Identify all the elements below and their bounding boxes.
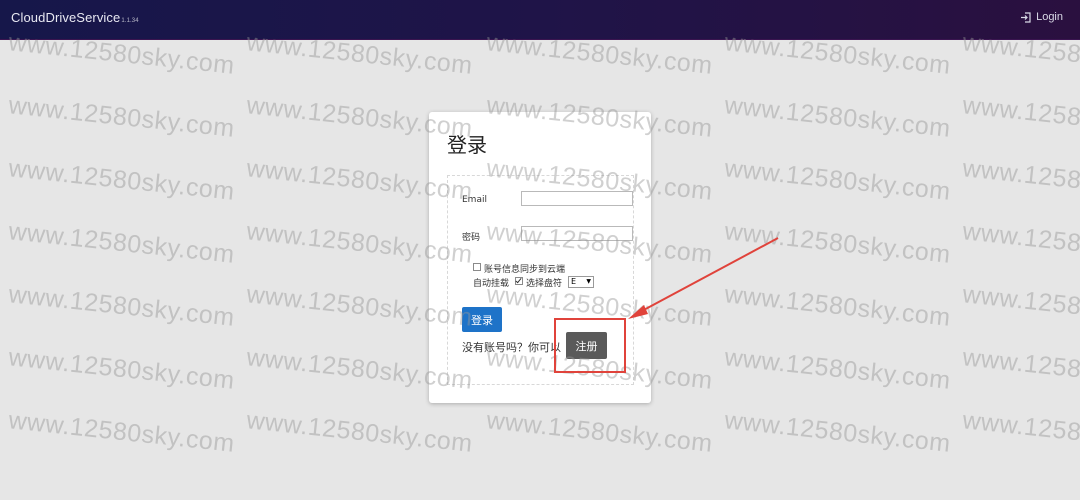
watermark-text: www.12580sky.com	[485, 406, 714, 458]
login-link[interactable]: Login	[1020, 11, 1063, 23]
drive-label: 选择盘符	[526, 279, 563, 289]
no-account-text: 没有账号吗？你可以	[462, 341, 561, 354]
watermark-text: www.12580sky.com	[723, 406, 952, 458]
watermark-text: www.12580sky.com	[245, 406, 474, 458]
watermark-text: www.12580sky.com	[961, 406, 1080, 458]
watermark-text: www.12580sky.com	[723, 217, 952, 269]
password-label: 密码	[462, 233, 481, 243]
app-version: 1.1.34	[121, 18, 139, 24]
watermark-text: www.12580sky.com	[7, 406, 236, 458]
login-button[interactable]: 登录	[462, 307, 502, 332]
watermark-text: www.12580sky.com	[961, 217, 1080, 269]
email-label: Email	[462, 195, 487, 205]
chevron-down-icon: ▼	[586, 278, 591, 285]
drive-select[interactable]: E ▼	[568, 276, 594, 288]
watermark-text: www.12580sky.com	[723, 343, 952, 395]
sign-in-icon	[1021, 11, 1031, 23]
automount-checkbox[interactable]	[515, 277, 523, 285]
email-field[interactable]	[521, 191, 633, 206]
login-label: Login	[1036, 11, 1063, 23]
watermark-text: www.12580sky.com	[723, 154, 952, 206]
watermark-text: www.12580sky.com	[7, 154, 236, 206]
watermark-text: www.12580sky.com	[961, 154, 1080, 206]
password-field[interactable]	[521, 226, 633, 241]
sync-checkbox[interactable]	[473, 263, 481, 271]
watermark-text: www.12580sky.com	[961, 91, 1080, 143]
watermark-text: www.12580sky.com	[7, 280, 236, 332]
watermark-text: www.12580sky.com	[961, 280, 1080, 332]
annotation-highlight-box	[554, 318, 626, 373]
watermark-text: www.12580sky.com	[7, 217, 236, 269]
watermark-text: www.12580sky.com	[723, 280, 952, 332]
top-navbar: CloudDriveService1.1.34 Login	[0, 0, 1080, 40]
watermark-text: www.12580sky.com	[723, 91, 952, 143]
login-title: 登录	[447, 133, 487, 157]
watermark-text: www.12580sky.com	[7, 343, 236, 395]
drive-select-value: E	[571, 277, 577, 286]
sync-label: 账号信息同步到云端	[484, 265, 566, 275]
watermark-text: www.12580sky.com	[961, 343, 1080, 395]
brand[interactable]: CloudDriveService1.1.34	[11, 10, 139, 25]
brand-name: CloudDriveService	[11, 10, 121, 25]
automount-label: 自动挂载	[473, 279, 510, 289]
watermark-text: www.12580sky.com	[7, 91, 236, 143]
